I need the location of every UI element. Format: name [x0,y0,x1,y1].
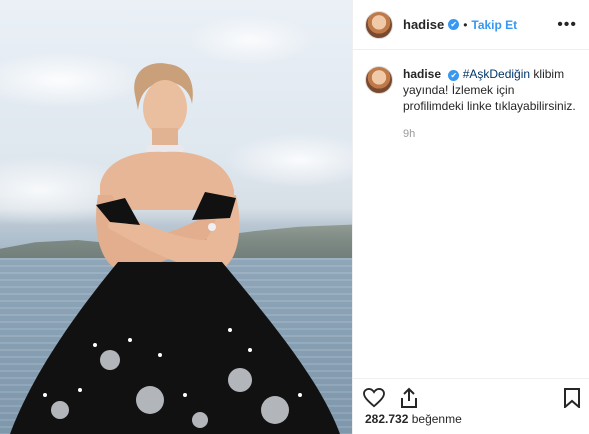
woman-figure [10,63,340,434]
heart-icon[interactable] [363,387,385,408]
action-bar [353,378,589,416]
post-timestamp[interactable]: 9h [403,126,577,142]
follow-button[interactable]: Takip Et [471,18,517,32]
likes-count[interactable]: 282.732 beğenme [365,412,462,426]
separator-dot: • [463,17,468,32]
share-icon[interactable] [399,387,419,409]
bookmark-icon[interactable] [564,387,580,408]
likes-label: beğenme [411,412,462,426]
verified-badge-icon: ✔ [448,19,460,30]
caption-avatar[interactable] [365,66,393,94]
post-sidebar: hadise ✔ • Takip Et ••• hadise ✔ #AşkDed… [352,0,589,434]
caption-username[interactable]: hadise [403,67,441,81]
post-photo[interactable] [0,0,352,434]
likes-number: 282.732 [365,412,409,426]
caption-comment: hadise ✔ #AşkDediğin klibim yayında! İzl… [353,50,589,142]
author-username[interactable]: hadise [403,17,444,32]
more-options-icon[interactable]: ••• [557,16,577,34]
verified-badge-icon: ✔ [448,70,460,81]
post-header: hadise ✔ • Takip Et ••• [353,0,589,50]
caption-text-block: hadise ✔ #AşkDediğin klibim yayında! İzl… [403,66,577,142]
caption-hashtag[interactable]: #AşkDediğin [463,67,530,81]
author-avatar[interactable] [365,10,393,39]
